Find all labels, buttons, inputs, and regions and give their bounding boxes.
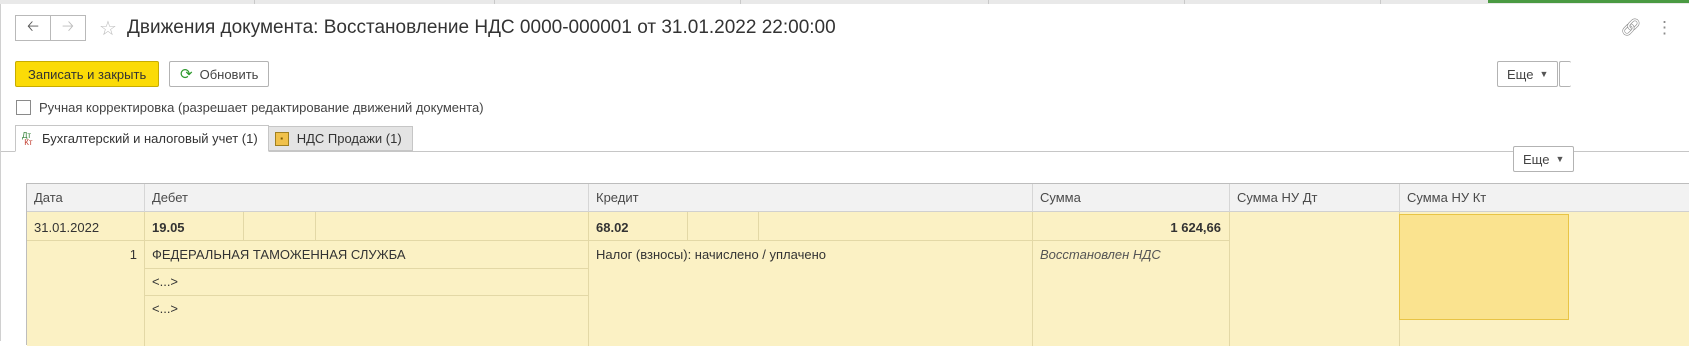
toolbar-extra-button[interactable] xyxy=(1559,61,1571,87)
table-more-label: Еще xyxy=(1523,151,1550,167)
column-header-label: Сумма НУ Кт xyxy=(1407,190,1487,205)
checkbox-box[interactable] xyxy=(16,100,31,115)
table-row[interactable]: 31.01.2022 1 19.05 ФЕДЕРАЛЬНАЯ ТАМОЖЕННА… xyxy=(27,212,1689,346)
back-button[interactable]: 🡠 xyxy=(15,15,51,41)
forward-button[interactable]: 🡢 xyxy=(51,15,86,41)
tab-accounting[interactable]: Дт Кт Бухгалтерский и налоговый учет (1) xyxy=(15,125,269,152)
title-actions: 🔗︎ ⋮ xyxy=(1620,18,1673,38)
column-header-credit[interactable]: Кредит xyxy=(589,184,1033,212)
toolbar-more-button[interactable]: Еще ▼ xyxy=(1497,61,1559,87)
column-header-label: Сумма НУ Дт xyxy=(1237,190,1318,205)
document-icon: ▪ xyxy=(274,131,289,146)
cell-amount[interactable]: 1 624,66 xyxy=(1032,220,1221,235)
refresh-button[interactable]: ⟳ Обновить xyxy=(169,61,270,87)
movements-table: Дата Дебет Кредит Сумма Сумма НУ Дт Сумм… xyxy=(26,183,1689,346)
cell-debit-subconto-2[interactable]: <...> xyxy=(152,274,178,289)
toolbar-more-label: Еще xyxy=(1507,66,1534,82)
column-header-amount[interactable]: Сумма xyxy=(1033,184,1230,212)
column-header-amount-nu-kt[interactable]: Сумма НУ Кт xyxy=(1400,184,1689,212)
column-header-debit[interactable]: Дебет xyxy=(145,184,589,212)
refresh-label: Обновить xyxy=(199,66,259,82)
column-header-label: Дата xyxy=(34,190,63,205)
navigation-buttons: 🡠 🡢 xyxy=(15,15,86,41)
cell-debit-subconto-3[interactable]: <...> xyxy=(152,301,178,316)
manual-correction-checkbox[interactable]: Ручная корректировка (разрешает редактир… xyxy=(16,100,484,115)
tab-vat-sales-label: НДС Продажи (1) xyxy=(296,131,402,146)
tab-bar: Дт Кт Бухгалтерский и налоговый учет (1)… xyxy=(15,125,413,152)
link-icon[interactable]: 🔗︎ xyxy=(1620,18,1642,38)
refresh-icon: ⟳ xyxy=(180,66,193,83)
favorite-star-icon[interactable]: ☆ xyxy=(99,16,117,41)
cell-row-number: 1 xyxy=(129,247,137,262)
document-movements-window: 🡠 🡢 ☆ Движения документа: Восстановление… xyxy=(0,4,1689,346)
column-header-label: Кредит xyxy=(596,190,639,205)
cell-amount-nu-kt-selected[interactable] xyxy=(1399,214,1569,320)
arrow-left-icon: 🡠 xyxy=(26,17,40,35)
cell-credit-account[interactable]: 68.02 xyxy=(596,220,629,235)
save-and-close-label: Записать и закрыть xyxy=(28,66,147,82)
manual-correction-label: Ручная корректировка (разрешает редактир… xyxy=(39,100,484,115)
chevron-down-icon: ▼ xyxy=(1539,69,1549,79)
cell-content[interactable]: Восстановлен НДС xyxy=(1040,247,1161,262)
active-window-indicator xyxy=(1488,0,1689,3)
cell-debit-subconto-1[interactable]: ФЕДЕРАЛЬНАЯ ТАМОЖЕННАЯ СЛУЖБА xyxy=(152,247,406,262)
column-header-amount-nu-dt[interactable]: Сумма НУ Дт xyxy=(1230,184,1400,212)
column-header-label: Сумма xyxy=(1040,190,1081,205)
table-more-button[interactable]: Еще ▼ xyxy=(1513,146,1575,172)
cell-credit-subconto-1[interactable]: Налог (взносы): начислено / уплачено xyxy=(596,247,826,262)
dt-kt-icon: Дт Кт xyxy=(22,130,33,147)
column-header-label: Дебет xyxy=(152,190,188,205)
cell-debit-account[interactable]: 19.05 xyxy=(152,220,185,235)
tab-accounting-label: Бухгалтерский и налоговый учет (1) xyxy=(42,131,258,146)
arrow-right-icon: 🡢 xyxy=(61,17,75,35)
more-vertical-icon[interactable]: ⋮ xyxy=(1656,18,1673,38)
window-title: Движения документа: Восстановление НДС 0… xyxy=(127,17,836,38)
tab-vat-sales[interactable]: ▪ НДС Продажи (1) xyxy=(267,126,413,151)
cell-date[interactable]: 31.01.2022 xyxy=(34,220,99,235)
column-header-date[interactable]: Дата xyxy=(27,184,145,212)
save-and-close-button[interactable]: Записать и закрыть xyxy=(15,61,160,87)
chevron-down-icon: ▼ xyxy=(1555,154,1565,164)
